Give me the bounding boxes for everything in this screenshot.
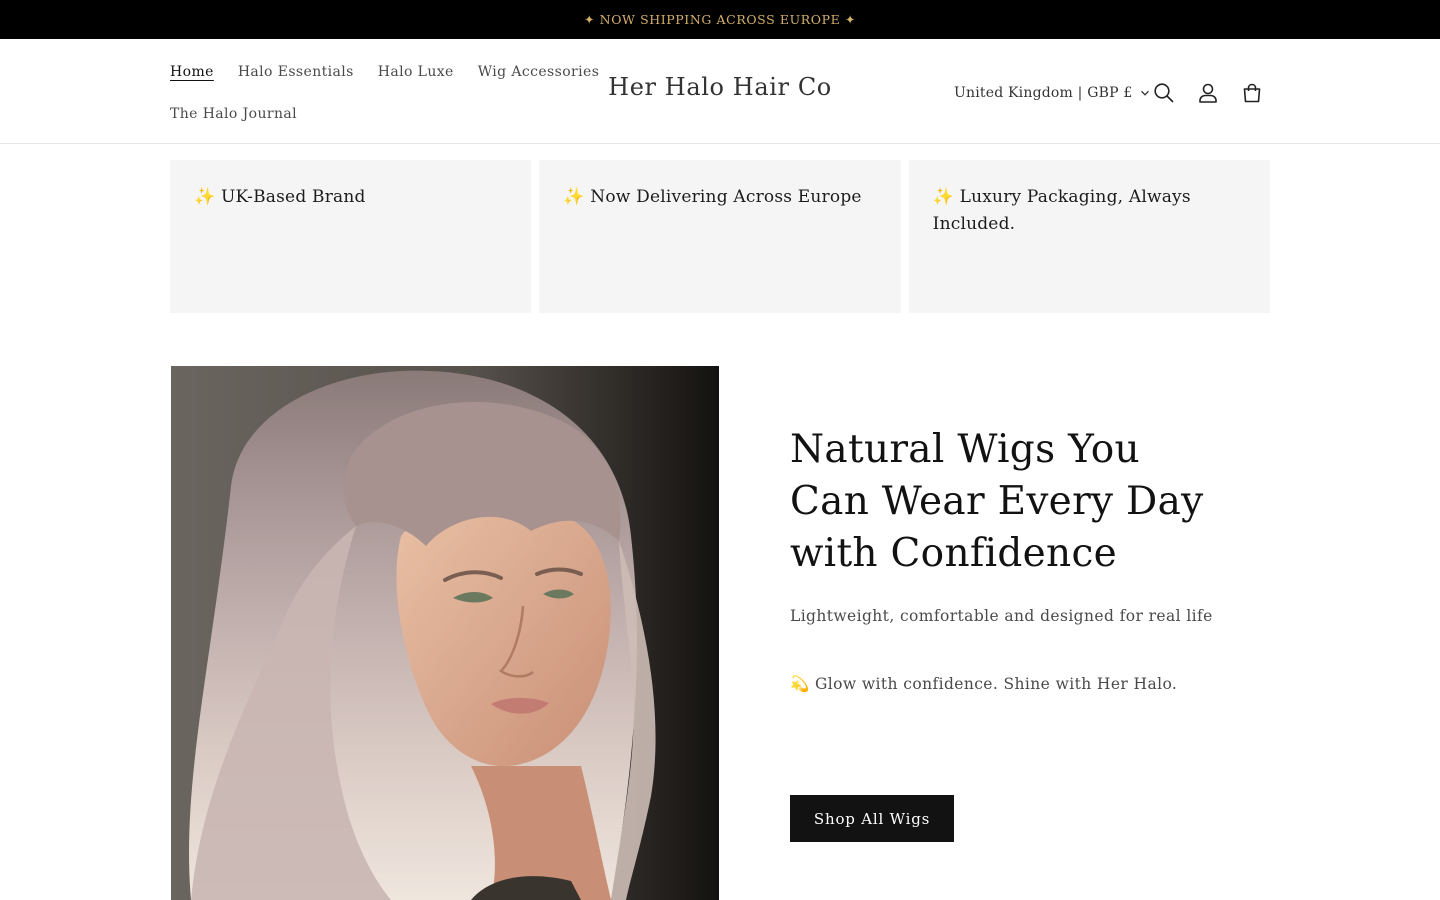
- nav-item-halo-essentials[interactable]: Halo Essentials: [238, 64, 354, 80]
- country-selector[interactable]: United Kingdom | GBP £: [954, 81, 1150, 105]
- search-icon: [1154, 83, 1174, 103]
- hero-tagline: 💫 Glow with confidence. Shine with Her H…: [790, 675, 1178, 693]
- hero-title: Natural Wigs You Can Wear Every Day with…: [790, 427, 1204, 576]
- nav-item-halo-luxe[interactable]: Halo Luxe: [378, 64, 454, 80]
- usp-text: ✨ Luxury Packaging, Always Included.: [932, 187, 1191, 234]
- hero-content: Natural Wigs You Can Wear Every Day with…: [790, 424, 1230, 698]
- chevron-down-icon: [1141, 90, 1150, 96]
- usp-card: ✨ Luxury Packaging, Always Included.: [908, 160, 1270, 313]
- country-selector-label: United Kingdom | GBP £: [954, 85, 1133, 101]
- main-navigation: Home Halo Essentials Halo Luxe Wig Acces…: [170, 53, 599, 133]
- announcement-text: ✦ NOW SHIPPING ACROSS EUROPE ✦: [584, 12, 856, 27]
- nav-item-the-halo-journal[interactable]: The Halo Journal: [170, 106, 297, 122]
- usp-card: ✨ UK-Based Brand: [170, 160, 532, 313]
- shop-all-wigs-button[interactable]: Shop All Wigs: [790, 795, 954, 842]
- usp-text: ✨ UK-Based Brand: [194, 187, 366, 207]
- hero-image: [171, 366, 719, 900]
- nav-item-home[interactable]: Home: [170, 64, 214, 80]
- hero-subtitle: Lightweight, comfortable and designed fo…: [790, 607, 1213, 625]
- cart-button[interactable]: [1240, 81, 1264, 105]
- site-header: Home Halo Essentials Halo Luxe Wig Acces…: [0, 39, 1440, 144]
- site-logo[interactable]: Her Halo Hair Co: [560, 73, 880, 101]
- account-button[interactable]: [1196, 81, 1220, 105]
- usp-card: ✨ Now Delivering Across Europe: [539, 160, 901, 313]
- search-button[interactable]: [1152, 81, 1176, 105]
- announcement-bar: ✦ NOW SHIPPING ACROSS EUROPE ✦: [0, 0, 1440, 39]
- account-icon: [1199, 83, 1217, 103]
- cart-icon: [1243, 83, 1261, 103]
- usp-strip: ✨ UK-Based Brand ✨ Now Delivering Across…: [170, 160, 1270, 313]
- hero-model-illustration: [171, 366, 719, 900]
- usp-text: ✨ Now Delivering Across Europe: [563, 187, 862, 207]
